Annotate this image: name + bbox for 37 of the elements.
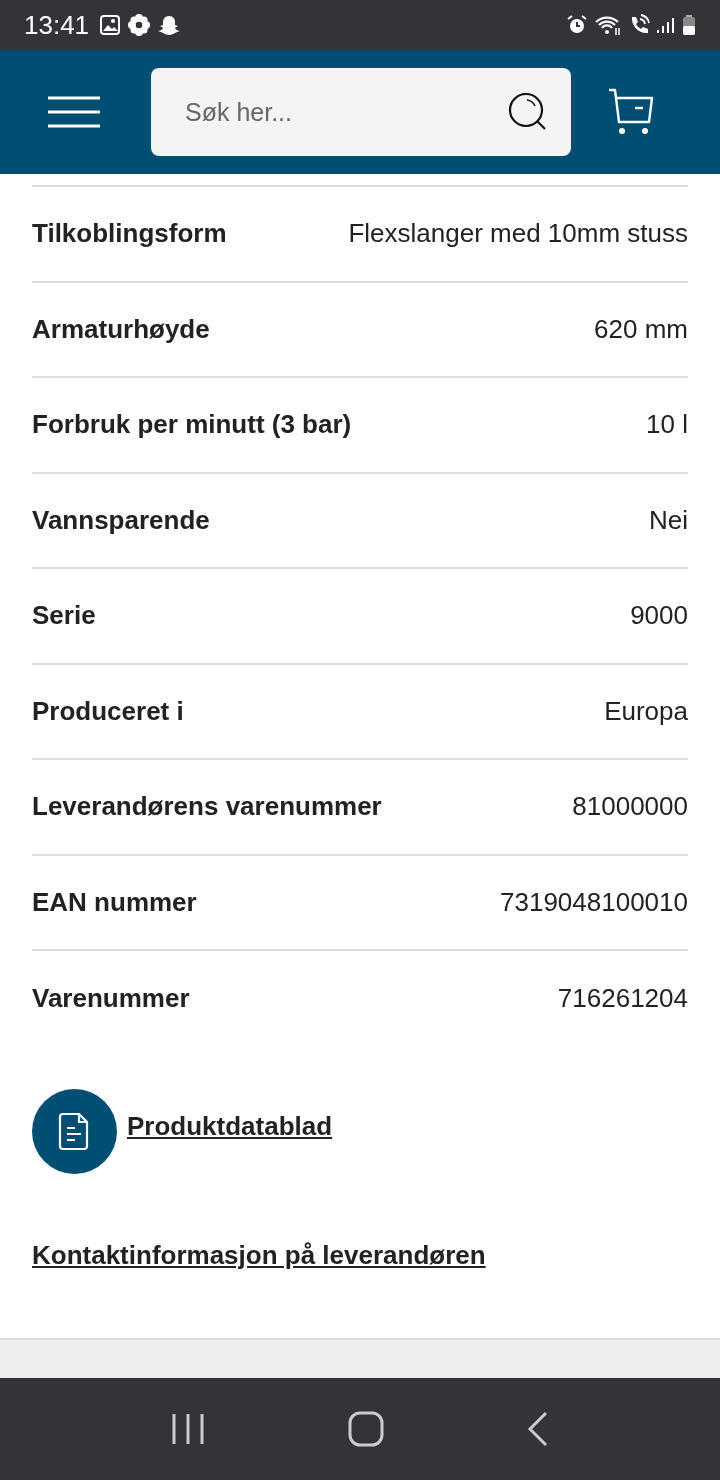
alarm-icon (566, 14, 588, 36)
spec-value: 9000 (630, 600, 688, 632)
spec-value: 7319048100010 (500, 886, 688, 918)
spec-value: 716261204 (557, 983, 688, 1015)
spec-label: EAN nummer (32, 886, 197, 918)
spec-label: Varenummer (32, 983, 190, 1015)
signal-icon (656, 15, 676, 35)
battery-icon (682, 14, 696, 36)
spec-label: Forbruk per minutt (3 bar) (32, 409, 352, 441)
spec-value: 620 mm (594, 313, 688, 345)
image-icon (99, 14, 122, 36)
contact-link[interactable]: Kontaktinformasjon på leverandøren (32, 1239, 486, 1270)
spec-label: Tilkoblingsform (32, 218, 227, 250)
search-field[interactable]: Søk her... (151, 68, 571, 156)
spec-label: Produceret i (32, 695, 184, 727)
spec-label: Armaturhøyde (32, 313, 210, 345)
ghost-icon (157, 14, 182, 36)
status-time: 13:41 (24, 9, 90, 41)
spec-label: Vannsparende (32, 504, 210, 536)
spec-value: 81000000 (572, 791, 688, 823)
search-input[interactable]: Søk her... (183, 96, 507, 128)
spec-value: 10 l (646, 409, 688, 441)
datasheet-link[interactable]: Produktdatablad (127, 1110, 333, 1142)
spec-value: Europa (604, 695, 688, 727)
spec-label: Leverandørens varenummer (32, 791, 382, 823)
spec-label: Serie (32, 600, 96, 632)
flower-icon (127, 13, 152, 37)
cart-icon (607, 88, 655, 136)
home-icon[interactable] (348, 1411, 384, 1447)
cart-button[interactable] (607, 88, 655, 136)
recent-apps-icon[interactable] (171, 1412, 206, 1446)
spec-value: Flexslanger med 10mm stuss (348, 218, 688, 250)
spec-value: Nei (649, 504, 688, 536)
back-icon[interactable] (526, 1411, 549, 1447)
menu-icon (48, 96, 100, 128)
menu-button[interactable] (48, 96, 100, 128)
wifi-icon (594, 14, 622, 36)
